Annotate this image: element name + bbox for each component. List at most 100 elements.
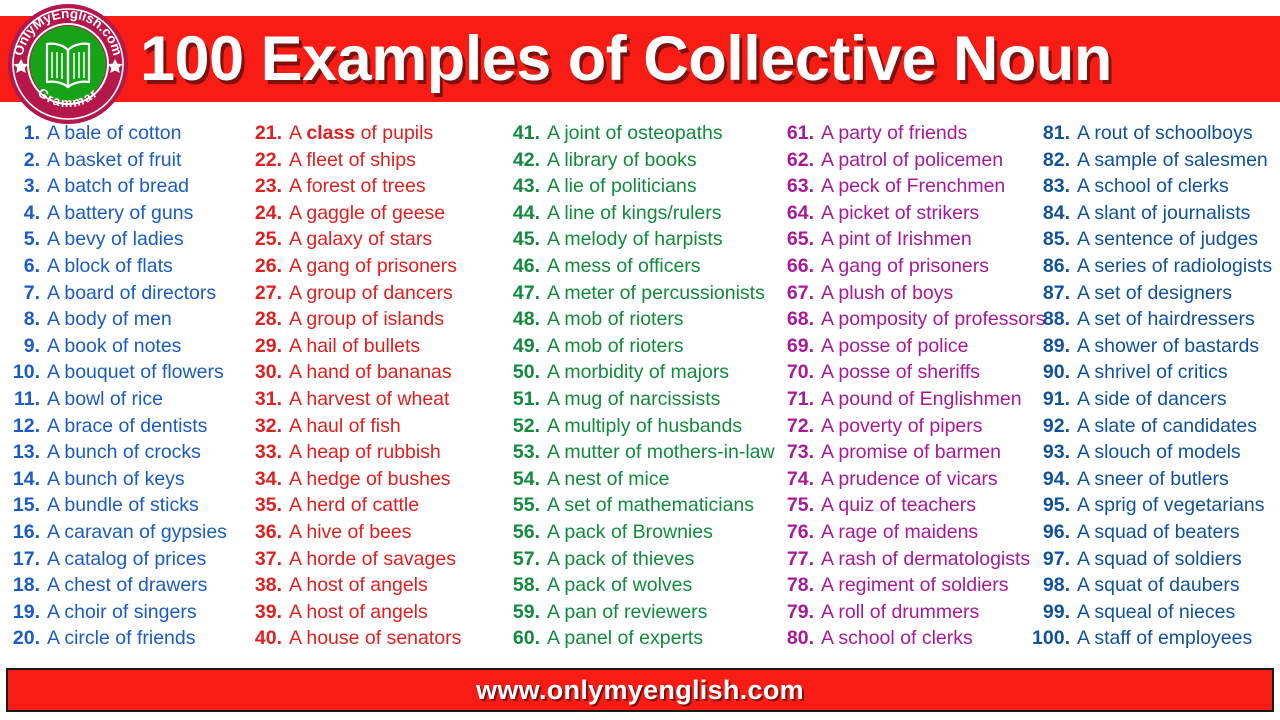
list-item-text: A circle of friends [47,627,196,650]
list-item-text: A lie of politicians [547,175,697,198]
list-item-number: 26. [254,254,282,277]
list-item: 51. A mug of narcissists [506,386,772,413]
list-item-text: A prudence of vicars [821,467,998,490]
header-banner: 100 Examples of Collective Noun [0,16,1280,102]
emphasized-word: class [306,122,356,144]
list-item-text: A bevy of ladies [47,228,184,251]
list-item: 95. A sprig of vegetarians [1026,492,1280,519]
list-item: 6. A block of flats [6,253,240,280]
list-item-number: 13. [12,441,40,464]
list-item-number: 10. [12,361,40,384]
list-item-number: 24. [254,201,282,224]
list-item-text: A rout of schoolboys [1077,122,1253,144]
list-item: 25. A galaxy of stars [248,226,500,253]
list-item-number: 41. [512,122,540,144]
list-item-text: A joint of osteopaths [547,122,723,144]
list-item: 44. A line of kings/rulers [506,200,772,227]
list-item-text: A slate of candidates [1077,414,1257,437]
list-item-number: 37. [254,547,282,570]
list-item: 41. A joint of osteopaths [506,120,772,147]
list-item-number: 45. [512,228,540,251]
list-item: 61. A party of friends [780,120,1024,147]
list-item: 30. A hand of bananas [248,359,500,386]
list-item-number: 90. [1042,361,1070,384]
list-item: 93. A slouch of models [1026,439,1280,466]
list-item: 29. A hail of bullets [248,333,500,360]
list-item: 97. A squad of soldiers [1026,546,1280,573]
list-item-text: A forest of trees [289,175,426,198]
list-item: 2. A basket of fruit [6,147,240,174]
footer-bar: www.onlymyenglish.com [6,668,1274,712]
list-item-text: A promise of barmen [821,441,1001,464]
list-item: 15. A bundle of sticks [6,492,240,519]
list-item: 45. A melody of harpists [506,226,772,253]
list-item-text: A sprig of vegetarians [1077,494,1265,517]
list-item-number: 54. [512,467,540,490]
list-item-text: A side of dancers [1077,387,1227,410]
list-item: 83. A school of clerks [1026,173,1280,200]
list-item: 9. A book of notes [6,333,240,360]
list-item: 39. A host of angels [248,599,500,626]
list-item-number: 52. [512,414,540,437]
list-item-text: A shower of bastards [1077,334,1260,357]
list-item: 8. A body of men [6,306,240,333]
collective-noun-list: 1. A bale of cotton 2. A basket of fruit 3. A… [0,120,1280,660]
list-item-text: A book of notes [47,334,182,357]
list-item: 58. A pack of wolves [506,572,772,599]
list-item: 60. A panel of experts [506,625,772,652]
list-item-text: A haul of fish [289,414,401,437]
list-item-text: A fleet of ships [289,148,416,171]
list-item-text: A roll of drummers [821,600,980,623]
list-item-number: 57. [512,547,540,570]
list-item: 100. A staff of employees [1026,625,1280,652]
list-item-number: 68. [786,308,814,331]
list-item: 5. A bevy of ladies [6,226,240,253]
site-logo: OnlyMyEnglish.com Grammar [6,2,130,126]
list-item: 16. A caravan of gypsies [6,519,240,546]
list-item-number: 53. [512,441,540,464]
list-item-number: 95. [1042,494,1070,517]
list-item-text: A morbidity of majors [547,361,730,384]
list-item-text: A set of designers [1077,281,1233,304]
list-item-text: A mutter of mothers-in-law [547,441,775,464]
list-item-text: A hedge of bushes [289,467,451,490]
list-item-number: 66. [786,254,814,277]
list-item-text: A group of islands [289,308,445,331]
list-item: 50. A morbidity of majors [506,359,772,386]
list-item: 37. A horde of savages [248,546,500,573]
list-item-number: 47. [512,281,540,304]
list-item: 55. A set of mathematicians [506,492,772,519]
list-item-text: A pan of reviewers [547,600,708,623]
list-item-number: 88. [1042,308,1070,331]
page-title: 100 Examples of Collective Noun [140,24,1112,94]
list-item-text: A posse of police [821,334,969,357]
list-item-number: 98. [1042,574,1070,597]
list-item-text: A pint of Irishmen [821,228,972,251]
list-item-text: A quiz of teachers [821,494,977,517]
list-item-text: A shrivel of critics [1077,361,1228,384]
list-item: 10. A bouquet of flowers [6,359,240,386]
list-item: 99. A squeal of nieces [1026,599,1280,626]
list-item: 4. A battery of guns [6,200,240,227]
list-item: 19. A choir of singers [6,599,240,626]
list-item-text: A mob of rioters [547,334,684,357]
list-item: 68. A pomposity of professors [780,306,1045,333]
list-item-number: 14. [12,467,40,490]
list-item-number: 50. [512,361,540,384]
list-item-text: A squad of beaters [1077,520,1240,543]
list-item-number: 11. [13,387,40,410]
list-item-number: 74. [786,467,814,490]
list-item-number: 84. [1042,201,1070,224]
list-item-number: 2. [23,148,40,171]
list-item: 23. A forest of trees [248,173,500,200]
list-item-number: 3. [23,175,40,198]
list-item-text: A caravan of gypsies [47,520,227,543]
list-item-number: 8. [23,308,40,331]
list-item: 80. A school of clerks [780,625,1024,652]
list-item-text: A school of clerks [821,627,973,650]
list-item: 18. A chest of drawers [6,572,240,599]
list-item-text: A pack of thieves [547,547,695,570]
list-item-text: A harvest of wheat [289,387,450,410]
list-item-text: A board of directors [47,281,217,304]
list-item-number: 33. [254,441,282,464]
